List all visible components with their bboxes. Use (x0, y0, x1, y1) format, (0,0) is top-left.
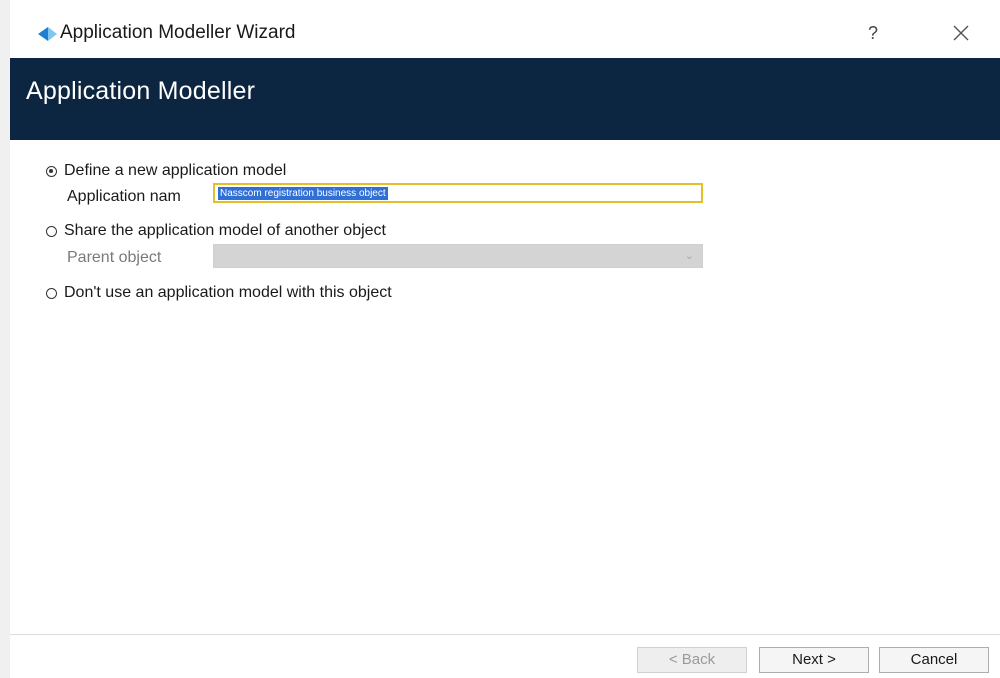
define-new-radio[interactable] (46, 165, 57, 177)
no-model-label: Don't use an application model with this… (64, 284, 392, 301)
application-name-input[interactable]: Nasscom registration business object (213, 183, 703, 203)
back-button[interactable]: < Back (637, 647, 747, 673)
no-model-radio[interactable] (46, 287, 57, 299)
wizard-dialog: Application Modeller Wizard ? Applicatio… (10, 0, 1000, 678)
cancel-button[interactable]: Cancel (879, 647, 989, 673)
chevron-down-icon: ⌄ (684, 250, 694, 262)
option-define-new[interactable]: Define a new application model (46, 162, 286, 180)
share-model-label: Share the application model of another o… (64, 222, 386, 239)
application-name-value: Nasscom registration business object (218, 186, 388, 200)
window-title: Application Modeller Wizard (60, 22, 296, 43)
option-share-model[interactable]: Share the application model of another o… (46, 222, 386, 240)
application-name-label: Application nam (67, 188, 181, 205)
option-no-model[interactable]: Don't use an application model with this… (46, 284, 392, 302)
blue-prism-app-icon (36, 25, 58, 43)
parent-object-label: Parent object (67, 249, 162, 266)
help-button[interactable]: ? (858, 18, 888, 48)
title-bar: Application Modeller Wizard ? (10, 0, 1000, 58)
close-icon (944, 25, 978, 52)
banner-title: Application Modeller (26, 77, 256, 105)
wizard-content: Define a new application model Applicati… (10, 140, 1000, 634)
next-button[interactable]: Next > (759, 647, 869, 673)
wizard-footer: < Back Next > Cancel (10, 635, 1000, 678)
background-window-edge (0, 0, 10, 678)
wizard-header-banner: Application Modeller (10, 58, 1000, 140)
define-new-label: Define a new application model (64, 162, 287, 179)
close-button[interactable] (944, 18, 978, 48)
parent-object-select[interactable]: ⌄ (213, 244, 703, 268)
share-model-radio[interactable] (46, 225, 57, 237)
